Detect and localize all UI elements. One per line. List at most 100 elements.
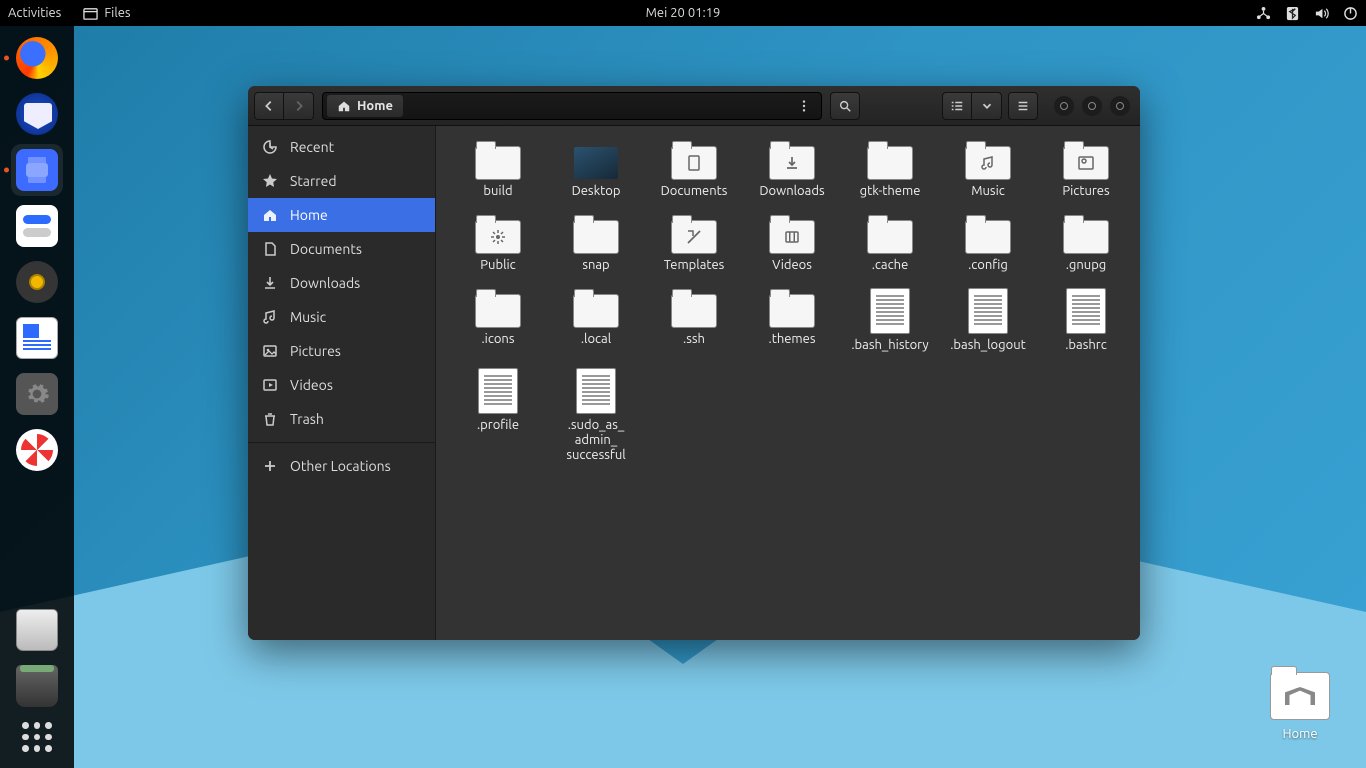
sidebar-item-documents[interactable]: Documents: [248, 232, 435, 266]
dock-trash[interactable]: [11, 660, 63, 712]
file-item[interactable]: Music: [940, 140, 1036, 200]
folder-icon: [671, 294, 717, 328]
sidebar-item-other-locations[interactable]: Other Locations: [248, 449, 435, 483]
path-segment-home[interactable]: Home: [327, 95, 403, 117]
sidebar-item-label: Home: [290, 207, 328, 223]
file-item[interactable]: .sudo_​as_​admin_​successful: [548, 368, 644, 463]
file-item[interactable]: build: [450, 140, 546, 200]
minimize-button[interactable]: [1054, 96, 1074, 116]
file-item[interactable]: snap: [548, 214, 644, 274]
folder-icon: [475, 220, 521, 254]
sidebar-item-home[interactable]: Home: [248, 198, 435, 232]
firefox-icon: [16, 37, 58, 79]
sidebar-item-recent[interactable]: Recent: [248, 130, 435, 164]
sidebar-item-videos[interactable]: Videos: [248, 368, 435, 402]
folder-icon: [671, 146, 717, 180]
dock-writer[interactable]: [11, 312, 63, 364]
folder-icon: [573, 220, 619, 254]
file-label: .local: [581, 332, 611, 348]
file-item[interactable]: .themes: [744, 288, 840, 354]
content-area[interactable]: build Desktop DocumentsDownloadsgtk-themeM…: [436, 126, 1140, 640]
bluetooth-icon[interactable]: [1285, 6, 1300, 21]
dock-tweaks[interactable]: [11, 200, 63, 252]
file-label: .cache: [872, 258, 909, 274]
dock-disk[interactable]: [11, 604, 63, 656]
network-icon[interactable]: [1256, 6, 1271, 21]
file-label: snap: [582, 258, 609, 274]
show-applications[interactable]: [16, 716, 58, 758]
sidebar-item-starred[interactable]: Starred: [248, 164, 435, 198]
sidebar-item-label: Pictures: [290, 343, 341, 359]
view-options-button[interactable]: [972, 92, 1002, 120]
forward-button[interactable]: [284, 92, 314, 120]
sidebar-item-label: Videos: [290, 377, 333, 393]
desktop-home-icon[interactable]: Home: [1260, 672, 1340, 742]
app-menu[interactable]: Files: [83, 6, 130, 21]
volume-icon[interactable]: [1314, 6, 1329, 21]
file-label: .bash_​logout: [950, 338, 1026, 354]
file-item[interactable]: .gnupg: [1038, 214, 1134, 274]
tweaks-icon: [16, 205, 58, 247]
sidebar-item-downloads[interactable]: Downloads: [248, 266, 435, 300]
music-icon: [262, 309, 278, 325]
path-menu-button[interactable]: [791, 95, 817, 117]
dock-thunderbird[interactable]: [11, 88, 63, 140]
file-label: .gnupg: [1066, 258, 1107, 274]
dock-help[interactable]: [11, 424, 63, 476]
hamburger-button[interactable]: [1008, 92, 1038, 120]
file-item[interactable]: .bash_​logout: [940, 288, 1036, 354]
maximize-button[interactable]: [1082, 96, 1102, 116]
file-label: .sudo_​as_​admin_​successful: [548, 418, 644, 463]
file-item[interactable]: Downloads: [744, 140, 840, 200]
plus-icon: [262, 458, 278, 474]
close-button[interactable]: [1110, 96, 1130, 116]
file-item[interactable]: .profile: [450, 368, 546, 463]
back-button[interactable]: [254, 92, 284, 120]
file-item[interactable]: .config: [940, 214, 1036, 274]
path-label: Home: [357, 99, 393, 113]
sidebar-item-music[interactable]: Music: [248, 300, 435, 334]
folder-icon: [965, 146, 1011, 180]
file-item[interactable]: gtk-theme: [842, 140, 938, 200]
dock-files[interactable]: [11, 144, 63, 196]
sidebar-item-label: Other Locations: [290, 458, 391, 474]
text-file-icon: [870, 288, 910, 334]
file-item[interactable]: .bashrc: [1038, 288, 1134, 354]
sidebar-item-pictures[interactable]: Pictures: [248, 334, 435, 368]
sidebar-item-trash[interactable]: Trash: [248, 402, 435, 436]
dock-firefox[interactable]: [11, 32, 63, 84]
file-item[interactable]: .cache: [842, 214, 938, 274]
folder-icon: [475, 146, 521, 180]
file-item[interactable]: Videos: [744, 214, 840, 274]
kebab-icon: [797, 99, 811, 113]
dock-rhythmbox[interactable]: [11, 256, 63, 308]
file-item[interactable]: .bash_​history: [842, 288, 938, 354]
file-item[interactable]: .icons: [450, 288, 546, 354]
home-icon: [262, 207, 278, 223]
file-item[interactable]: Documents: [646, 140, 742, 200]
path-bar[interactable]: Home: [322, 92, 822, 120]
search-button[interactable]: [830, 92, 860, 120]
file-item[interactable]: .ssh: [646, 288, 742, 354]
titlebar: Home: [248, 86, 1140, 126]
file-label: Desktop: [572, 184, 621, 200]
file-item[interactable]: .local: [548, 288, 644, 354]
view-list-button[interactable]: [942, 92, 972, 120]
file-label: Public: [480, 258, 515, 274]
file-label: .icons: [481, 332, 514, 348]
top-bar: Activities Files Mei 20 01:19: [0, 0, 1366, 26]
file-item[interactable]: Desktop: [548, 140, 644, 200]
text-file-icon: [1066, 288, 1106, 334]
file-item[interactable]: Templates: [646, 214, 742, 274]
file-item[interactable]: Public: [450, 214, 546, 274]
search-icon: [838, 99, 852, 113]
recent-icon: [262, 139, 278, 155]
power-icon[interactable]: [1343, 6, 1358, 21]
chevron-down-icon: [980, 99, 994, 113]
activities-button[interactable]: Activities: [8, 6, 61, 20]
clock[interactable]: Mei 20 01:19: [646, 6, 721, 20]
pictures-icon: [262, 343, 278, 359]
dock-settings[interactable]: [11, 368, 63, 420]
writer-icon: [16, 317, 58, 359]
file-item[interactable]: Pictures: [1038, 140, 1134, 200]
